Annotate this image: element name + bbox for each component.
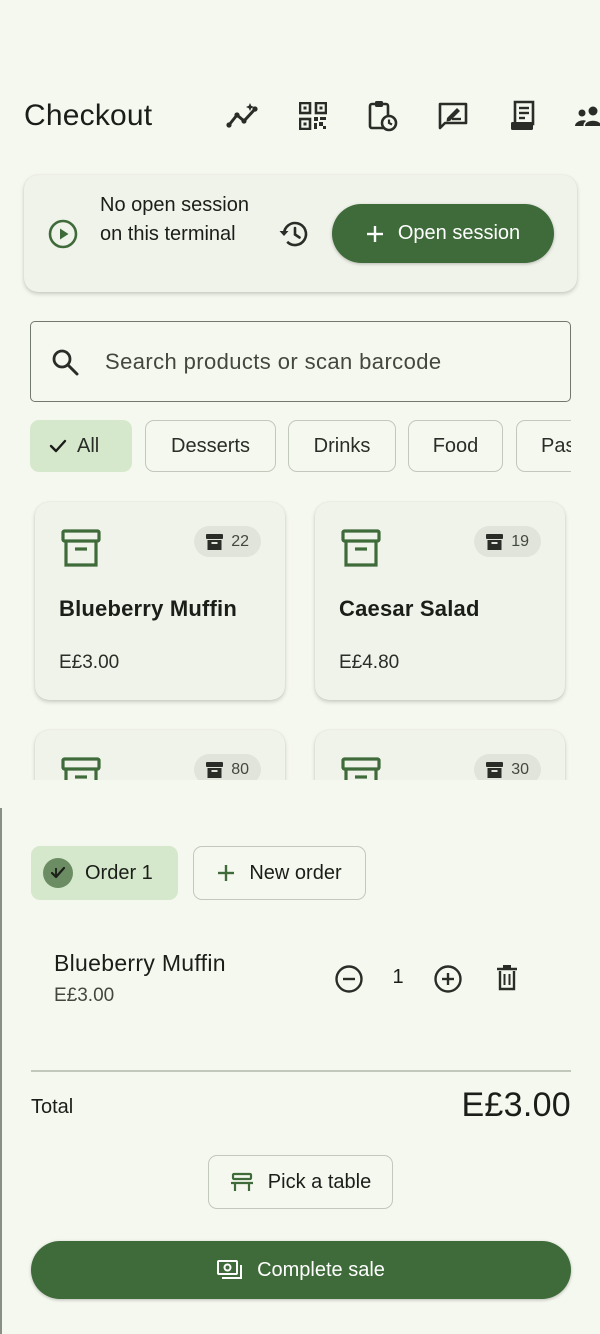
signature-icon[interactable] <box>418 96 488 136</box>
app-header: Checkout <box>24 96 600 136</box>
inventory-icon <box>206 533 224 550</box>
open-session-label: Open session <box>397 222 521 244</box>
product-name: Blueberry Muffin <box>59 596 237 621</box>
order-tab-label: Order 1 <box>85 861 153 884</box>
stock-badge: 19 <box>474 526 541 557</box>
new-order-label: New order <box>249 861 342 884</box>
product-card[interactable]: 80 <box>35 730 285 780</box>
receipt-icon[interactable] <box>488 96 558 136</box>
archive-box-icon <box>61 528 101 568</box>
product-price: E£3.00 <box>59 652 120 673</box>
stock-count: 80 <box>231 760 249 778</box>
session-status-text: No open session on this terminal <box>100 194 249 245</box>
order-tab-1[interactable]: Order 1 <box>31 846 178 900</box>
table-icon <box>230 1172 254 1192</box>
cart-line-name: Blueberry Muffin <box>54 950 226 976</box>
stock-count: 22 <box>231 532 249 550</box>
chip-drinks[interactable]: Drinks <box>288 420 396 472</box>
stock-badge: 80 <box>194 754 261 780</box>
qr-code-icon[interactable] <box>278 96 348 136</box>
archive-box-icon <box>341 756 381 780</box>
total-value: E£3.00 <box>461 1086 571 1124</box>
analytics-icon[interactable] <box>208 96 278 136</box>
chip-food[interactable]: Food <box>408 420 503 472</box>
chip-label: Pastries <box>541 434 571 457</box>
new-order-button[interactable]: New order <box>193 846 366 900</box>
increase-quantity-icon[interactable] <box>433 964 463 994</box>
chip-pastries[interactable]: Pastries <box>516 420 571 472</box>
panel-divider <box>0 808 2 1334</box>
product-price: E£4.80 <box>339 652 400 673</box>
stock-count: 30 <box>511 760 529 778</box>
chip-desserts[interactable]: Desserts <box>145 420 276 472</box>
group-icon[interactable] <box>558 96 600 136</box>
complete-sale-label: Complete sale <box>257 1258 385 1281</box>
product-card[interactable]: 22 Blueberry Muffin E£3.00 <box>35 502 285 700</box>
search-field[interactable] <box>30 321 571 402</box>
header-toolbar <box>208 96 600 136</box>
clipboard-clock-icon[interactable] <box>348 96 418 136</box>
delete-icon[interactable] <box>494 964 520 992</box>
chip-label: Drinks <box>313 434 371 457</box>
order-check-icon <box>43 858 73 888</box>
complete-sale-button[interactable]: Complete sale <box>31 1241 571 1299</box>
stock-count: 19 <box>511 532 529 550</box>
stock-badge: 30 <box>474 754 541 780</box>
open-session-button[interactable]: Open session <box>332 204 554 263</box>
pick-table-button[interactable]: Pick a table <box>208 1155 393 1209</box>
chip-label: Desserts <box>171 434 250 457</box>
inventory-icon <box>206 761 224 778</box>
product-grid: 22 Blueberry Muffin E£3.00 19 Caesar Sal… <box>0 490 600 780</box>
page-title: Checkout <box>24 99 153 132</box>
chip-label: Food <box>432 434 479 457</box>
plus-icon <box>366 225 384 243</box>
check-icon <box>49 439 67 453</box>
inventory-icon <box>486 533 504 550</box>
pick-table-label: Pick a table <box>267 1170 372 1193</box>
inventory-icon <box>486 761 504 778</box>
cash-icon <box>217 1260 243 1280</box>
play-circle-icon <box>48 219 78 249</box>
quantity-value: 1 <box>392 966 404 988</box>
product-card[interactable]: 19 Caesar Salad E£4.80 <box>315 502 565 700</box>
chip-label: All <box>77 434 100 457</box>
stock-badge: 22 <box>194 526 261 557</box>
decrease-quantity-icon[interactable] <box>334 964 364 994</box>
plus-icon <box>217 864 235 882</box>
cart-line-price: E£3.00 <box>54 985 115 1006</box>
session-card: No open session on this terminal Open se… <box>24 175 577 292</box>
history-icon[interactable] <box>278 219 310 249</box>
chip-all[interactable]: All <box>30 420 132 472</box>
product-name: Caesar Salad <box>339 596 480 621</box>
total-label: Total <box>31 1096 74 1118</box>
category-filter: All Desserts Drinks Food Pastries <box>30 420 571 472</box>
total-divider <box>31 1070 571 1072</box>
search-input[interactable] <box>105 344 545 380</box>
search-icon <box>51 348 79 376</box>
archive-box-icon <box>61 756 101 780</box>
archive-box-icon <box>341 528 381 568</box>
product-card[interactable]: 30 <box>315 730 565 780</box>
